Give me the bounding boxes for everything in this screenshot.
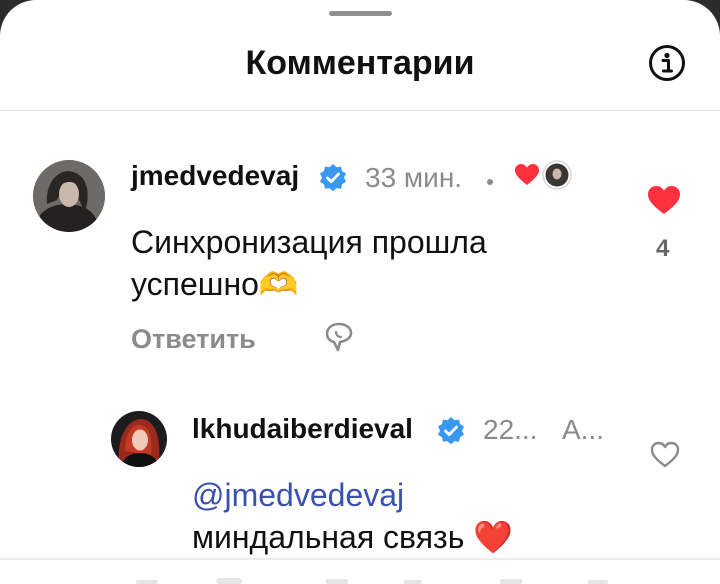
comments-sheet: Комментарии jmedvedevaj 33 мин. Синхрони… xyxy=(0,0,720,584)
avatar[interactable] xyxy=(111,411,167,467)
drag-handle[interactable] xyxy=(329,11,392,16)
reply-truncated-meta: А... xyxy=(562,414,605,445)
footer-divider xyxy=(0,558,720,560)
creator-avatar xyxy=(542,160,572,190)
separator-dot xyxy=(487,179,493,185)
verified-badge-icon xyxy=(320,164,346,192)
creator-liked-heart-icon xyxy=(515,164,539,185)
like-count: 4 xyxy=(656,235,670,262)
reply-text: миндальная связь ❤️ xyxy=(192,519,514,555)
reply-username[interactable]: lkhudaiberdieval xyxy=(192,413,413,445)
header-divider xyxy=(0,110,720,111)
reply-button[interactable]: Ответить xyxy=(131,324,256,355)
reply-timestamp: 22... xyxy=(483,414,538,445)
like-heart-icon[interactable] xyxy=(646,184,682,216)
verified-badge-icon xyxy=(438,417,464,445)
avatar[interactable] xyxy=(33,160,105,232)
comment-timestamp: 33 мин. xyxy=(365,162,463,193)
mention-link[interactable]: @jmedvedevaj xyxy=(192,474,622,516)
comment-username[interactable]: jmedvedevaj xyxy=(131,160,299,192)
dislike-icon[interactable] xyxy=(324,321,354,353)
info-icon[interactable] xyxy=(648,44,686,82)
emoji-bar-partial xyxy=(136,578,608,584)
reply-text-block: @jmedvedevaj миндальная связь ❤️ xyxy=(192,474,622,558)
comment-text: Синхронизация прошла успешно🫶 xyxy=(131,224,487,302)
like-heart-outline-icon[interactable] xyxy=(650,441,680,468)
page-title: Комментарии xyxy=(245,44,475,82)
